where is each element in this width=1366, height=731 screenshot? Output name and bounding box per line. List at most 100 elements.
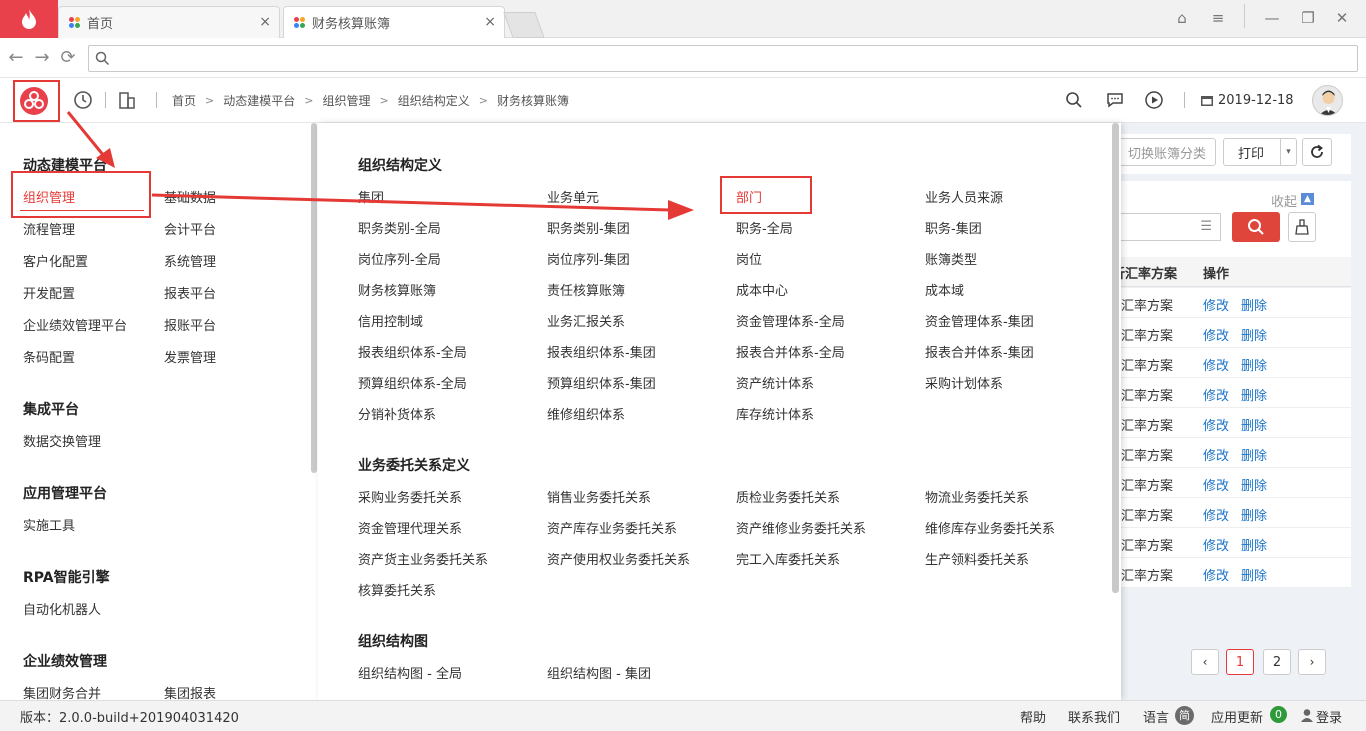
browser-logo[interactable] [0, 0, 58, 38]
menu-item[interactable]: 报表组织体系-全局 [358, 342, 467, 361]
menu-item[interactable]: 维修组织体系 [547, 404, 625, 423]
nav-item[interactable]: 客户化配置 [23, 251, 88, 270]
edit-link[interactable]: 修改 [1203, 385, 1229, 404]
menu-item[interactable]: 生产领料委托关系 [925, 549, 1029, 568]
breadcrumb-item-home[interactable]: 首页 [172, 92, 196, 109]
menu-item[interactable]: 核算委托关系 [358, 580, 436, 599]
url-input[interactable] [88, 45, 1358, 72]
restore-icon[interactable]: ❐ [1296, 6, 1320, 30]
refresh-button[interactable] [1302, 138, 1332, 166]
menu-item[interactable]: 资金管理体系-集团 [925, 311, 1034, 330]
nav-item[interactable]: 基础数据 [164, 187, 216, 206]
edit-link[interactable]: 修改 [1203, 445, 1229, 464]
minimize-icon[interactable]: — [1260, 6, 1284, 30]
edit-link[interactable]: 修改 [1203, 325, 1229, 344]
tab-close-icon[interactable]: × [484, 14, 496, 30]
menu-item[interactable]: 组织结构图 - 全局 [358, 663, 462, 682]
delete-link[interactable]: 删除 [1241, 355, 1267, 374]
nav-item[interactable]: 企业绩效管理平台 [23, 315, 127, 334]
menu-item[interactable]: 分销补货体系 [358, 404, 436, 423]
menu-item[interactable]: 资产货主业务委托关系 [358, 549, 488, 568]
forward-arrow-icon[interactable]: → [32, 47, 52, 69]
menu-item[interactable]: 职务-全局 [736, 218, 793, 237]
page-button-2[interactable]: 2 [1263, 649, 1291, 675]
contact-link[interactable]: 联系我们 [1068, 707, 1120, 726]
mega-menu-scrollbar[interactable] [1112, 123, 1119, 593]
menu-item[interactable]: 销售业务委托关系 [547, 487, 651, 506]
search-icon[interactable] [1065, 91, 1083, 109]
delete-link[interactable]: 删除 [1241, 445, 1267, 464]
menu-item[interactable]: 成本中心 [736, 280, 788, 299]
back-arrow-icon[interactable]: ← [6, 47, 26, 69]
menu-item[interactable]: 业务人员来源 [925, 187, 1003, 206]
nav-item[interactable]: 数据交换管理 [23, 431, 101, 450]
close-window-icon[interactable]: ✕ [1330, 6, 1354, 30]
next-page-button[interactable]: › [1298, 649, 1326, 675]
reload-icon[interactable]: ⟳ [58, 47, 78, 69]
delete-link[interactable]: 删除 [1241, 295, 1267, 314]
menu-item[interactable]: 责任核算账簿 [547, 280, 625, 299]
nav-item[interactable]: 系统管理 [164, 251, 216, 270]
play-icon[interactable] [1144, 90, 1164, 110]
help-link[interactable]: 帮助 [1020, 707, 1046, 726]
print-button[interactable]: 打印 ▾ [1223, 138, 1297, 166]
delete-link[interactable]: 删除 [1241, 565, 1267, 584]
menu-item[interactable]: 集团 [358, 187, 384, 206]
tab-ledger[interactable]: 财务核算账簿 × [283, 6, 505, 38]
tab-close-icon[interactable]: × [259, 14, 271, 30]
edit-link[interactable]: 修改 [1203, 355, 1229, 374]
menu-item[interactable]: 报表合并体系-集团 [925, 342, 1034, 361]
building-icon[interactable] [118, 90, 136, 110]
nav-item[interactable]: 实施工具 [23, 515, 75, 534]
menu-item[interactable]: 资产统计体系 [736, 373, 814, 392]
delete-link[interactable]: 删除 [1241, 535, 1267, 554]
nav-item[interactable]: 会计平台 [164, 219, 216, 238]
edit-link[interactable]: 修改 [1203, 505, 1229, 524]
nav-item[interactable]: 发票管理 [164, 347, 216, 366]
menu-item[interactable]: 岗位序列-集团 [547, 249, 630, 268]
menu-item[interactable]: 信用控制域 [358, 311, 423, 330]
delete-link[interactable]: 删除 [1241, 475, 1267, 494]
delete-link[interactable]: 删除 [1241, 385, 1267, 404]
delete-link[interactable]: 删除 [1241, 415, 1267, 434]
menu-item[interactable]: 采购业务委托关系 [358, 487, 462, 506]
search-field[interactable]: ☰ [1121, 213, 1221, 241]
breadcrumb-item[interactable]: 动态建模平台 [223, 92, 295, 109]
menu-item[interactable]: 岗位 [736, 249, 762, 268]
menu-item[interactable]: 报表组织体系-集团 [547, 342, 656, 361]
menu-item[interactable]: 质检业务委托关系 [736, 487, 840, 506]
menu-item[interactable]: 业务汇报关系 [547, 311, 625, 330]
message-icon[interactable] [1105, 90, 1125, 110]
breadcrumb-item[interactable]: 组织管理 [322, 92, 370, 109]
delete-link[interactable]: 删除 [1241, 325, 1267, 344]
collapse-label[interactable]: 收起 [1271, 191, 1297, 210]
menu-item[interactable]: 物流业务委托关系 [925, 487, 1029, 506]
menu-item[interactable]: 预算组织体系-全局 [358, 373, 467, 392]
menu-item[interactable]: 预算组织体系-集团 [547, 373, 656, 392]
menu-item[interactable]: 业务单元 [547, 187, 599, 206]
menu-item[interactable]: 资金管理代理关系 [358, 518, 462, 537]
avatar[interactable] [1312, 85, 1343, 116]
menu-item[interactable]: 财务核算账簿 [358, 280, 436, 299]
nav-item[interactable]: 自动化机器人 [23, 599, 101, 618]
menu-item[interactable]: 完工入库委托关系 [736, 549, 840, 568]
menu-item[interactable]: 资金管理体系-全局 [736, 311, 845, 330]
prev-page-button[interactable]: ‹ [1191, 649, 1219, 675]
menu-item[interactable]: 库存统计体系 [736, 404, 814, 423]
nav-item[interactable]: 条码配置 [23, 347, 75, 366]
collapse-arrow-icon[interactable]: ▲ [1301, 193, 1314, 205]
language-badge[interactable]: 简 [1175, 706, 1194, 725]
login-link[interactable]: 登录 [1316, 707, 1342, 726]
menu-item[interactable]: 职务类别-全局 [358, 218, 441, 237]
language-link[interactable]: 语言 [1143, 707, 1169, 726]
chevron-down-icon[interactable]: ▾ [1280, 139, 1296, 165]
nav-item[interactable]: 报账平台 [164, 315, 216, 334]
menu-item[interactable]: 资产维修业务委托关系 [736, 518, 866, 537]
delete-link[interactable]: 删除 [1241, 505, 1267, 524]
menu-item[interactable]: 岗位序列-全局 [358, 249, 441, 268]
search-button[interactable] [1232, 212, 1280, 242]
tab-home[interactable]: 首页 × [58, 6, 280, 38]
menu-item[interactable]: 组织结构图 - 集团 [547, 663, 651, 682]
menu-item[interactable]: 资产库存业务委托关系 [547, 518, 677, 537]
menu-item[interactable]: 成本域 [925, 280, 964, 299]
